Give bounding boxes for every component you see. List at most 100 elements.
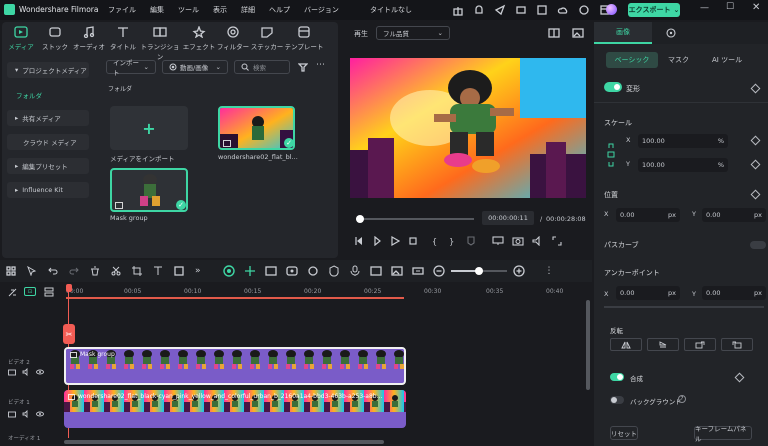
help-icon[interactable]: ? xyxy=(678,395,686,403)
volume-icon[interactable] xyxy=(532,236,544,246)
delete-icon[interactable] xyxy=(90,266,100,276)
timeline-vertical-scrollbar[interactable] xyxy=(586,300,590,390)
position-y-field[interactable]: 0.00 px xyxy=(702,208,766,222)
subtab-basic[interactable]: ベーシック xyxy=(606,52,658,68)
scale-y-field[interactable]: 100.00% xyxy=(638,158,728,172)
microphone-icon[interactable] xyxy=(349,265,361,277)
track-manager-icon[interactable] xyxy=(44,287,54,297)
composite-toggle[interactable] xyxy=(610,373,624,381)
play-step-icon[interactable] xyxy=(372,236,382,246)
more-options-icon[interactable]: ⋯ xyxy=(316,60,325,70)
add-track-icon[interactable]: ⊡ xyxy=(24,287,36,296)
keyframe-diamond-icon[interactable] xyxy=(750,159,761,170)
shield-icon[interactable] xyxy=(328,265,340,277)
folder-icon[interactable] xyxy=(8,410,16,418)
subtab-mask[interactable]: マスク xyxy=(668,55,689,65)
play-icon[interactable] xyxy=(390,236,400,246)
zoom-slider-track[interactable] xyxy=(450,267,507,275)
marker-icon[interactable] xyxy=(466,236,478,246)
audio-sync-icon[interactable] xyxy=(285,265,298,277)
reset-button[interactable]: リセット xyxy=(610,426,638,440)
tab-transition[interactable]: トランジション xyxy=(140,26,180,61)
transform-toggle[interactable] xyxy=(604,82,622,92)
import-media-tile[interactable]: + xyxy=(110,106,188,150)
media-thumb-mask-group[interactable]: ✓ xyxy=(110,168,188,212)
preview-scrubber-track[interactable] xyxy=(356,218,474,220)
scale-x-field[interactable]: 100.00% xyxy=(638,134,728,148)
select-cursor-icon[interactable] xyxy=(27,266,37,276)
folder-icon[interactable] xyxy=(8,368,16,376)
tab-filter[interactable]: フィルター xyxy=(216,26,250,51)
background-toggle[interactable] xyxy=(610,396,624,404)
speaker-icon[interactable] xyxy=(22,368,30,376)
sidebar-item-project-media[interactable]: ▾ プロジェクトメディア xyxy=(7,62,89,78)
tab-stock[interactable]: ストック xyxy=(38,26,72,51)
menu-item-edit[interactable]: 編集 xyxy=(150,5,164,15)
cut-icon[interactable] xyxy=(111,266,121,276)
previous-frame-icon[interactable] xyxy=(354,236,364,246)
subtab-ai-tools[interactable]: AI ツール xyxy=(712,55,742,65)
notification-icon[interactable] xyxy=(473,4,485,16)
timeline-horizontal-scrollbar[interactable] xyxy=(64,440,384,444)
sidebar-item-shared-media[interactable]: ▸ 共有メディア xyxy=(7,110,89,126)
anchor-x-field[interactable]: 0.00 px xyxy=(616,286,680,300)
menu-item-tools[interactable]: ツール xyxy=(178,5,199,15)
link-icon[interactable] xyxy=(8,288,18,297)
keyframe-diamond-icon[interactable] xyxy=(750,135,761,146)
link-lock-icon[interactable] xyxy=(606,142,616,168)
flip-horizontal-button[interactable] xyxy=(610,338,642,351)
tab-template[interactable]: テンプレート xyxy=(284,26,324,51)
sidebar-item-folder[interactable]: フォルダ xyxy=(16,90,42,100)
eye-icon[interactable] xyxy=(36,368,44,376)
rotate-left-button[interactable] xyxy=(721,338,753,351)
rotate-right-button[interactable] xyxy=(684,338,716,351)
export-button[interactable]: エクスポート ⌄ xyxy=(628,3,680,17)
mark-in-icon[interactable]: { xyxy=(432,237,437,246)
undo-icon[interactable] xyxy=(48,266,58,276)
grid-more-icon[interactable]: ⋮ xyxy=(545,266,554,276)
cloud-icon[interactable] xyxy=(557,4,569,16)
motion-track-icon[interactable] xyxy=(307,265,319,277)
eye-icon[interactable] xyxy=(36,410,44,418)
anchor-y-field[interactable]: 0.00 px xyxy=(702,286,766,300)
sidebar-item-cloud-media[interactable]: クラウド メディア xyxy=(7,134,89,150)
mark-out-icon[interactable]: } xyxy=(449,237,454,246)
playhead-scissors-icon[interactable]: ✂ xyxy=(63,324,75,344)
support-icon[interactable] xyxy=(578,4,590,16)
playhead-handle[interactable] xyxy=(66,284,72,292)
save-icon[interactable] xyxy=(536,4,548,16)
current-time[interactable]: 00:00:00:11 xyxy=(482,211,534,225)
search-input[interactable]: 検索 xyxy=(234,60,290,74)
color-palette-icon[interactable] xyxy=(666,28,676,38)
menu-item-version[interactable]: バージョン xyxy=(304,5,339,15)
anchor-slider-track[interactable] xyxy=(604,306,764,308)
layout-grid-icon[interactable] xyxy=(6,266,16,276)
keyframe-diamond-icon[interactable] xyxy=(734,372,745,383)
timeline-clip-mask-group[interactable]: Mask group xyxy=(64,347,406,385)
speaker-icon[interactable] xyxy=(22,410,30,418)
maximize-button[interactable]: ☐ xyxy=(726,2,734,12)
quality-dropdown[interactable]: フル品質 ⌄ xyxy=(376,26,450,40)
snap-icon[interactable] xyxy=(244,265,256,277)
position-x-field[interactable]: 0.00 px xyxy=(616,208,680,222)
tab-effect[interactable]: エフェクト xyxy=(182,26,216,51)
menu-item-view[interactable]: 表示 xyxy=(213,5,227,15)
menu-item-help[interactable]: ヘルプ xyxy=(269,5,290,15)
media-thumb-wondershare[interactable]: ✓ xyxy=(218,106,295,150)
redo-icon[interactable] xyxy=(69,266,79,276)
expand-toolbar-icon[interactable]: » xyxy=(195,266,201,276)
gift-icon[interactable] xyxy=(452,4,464,16)
stop-icon[interactable] xyxy=(408,236,418,246)
image-insert-icon[interactable] xyxy=(390,265,403,277)
import-dropdown[interactable]: インポート ⌄ xyxy=(106,59,156,77)
keyframe-diamond-icon[interactable] xyxy=(750,189,761,200)
keyframe-diamond-icon[interactable] xyxy=(750,83,761,94)
monitor-icon[interactable] xyxy=(515,4,527,16)
crop-icon[interactable] xyxy=(132,266,142,276)
smart-tool-icon[interactable] xyxy=(222,265,235,277)
display-icon[interactable] xyxy=(492,236,504,246)
tab-sticker[interactable]: ステッカー xyxy=(250,26,284,51)
avatar[interactable] xyxy=(606,4,617,15)
work-area-bar[interactable] xyxy=(66,297,404,299)
keyframe-panel-button[interactable]: キーフレームパネル xyxy=(694,425,752,443)
